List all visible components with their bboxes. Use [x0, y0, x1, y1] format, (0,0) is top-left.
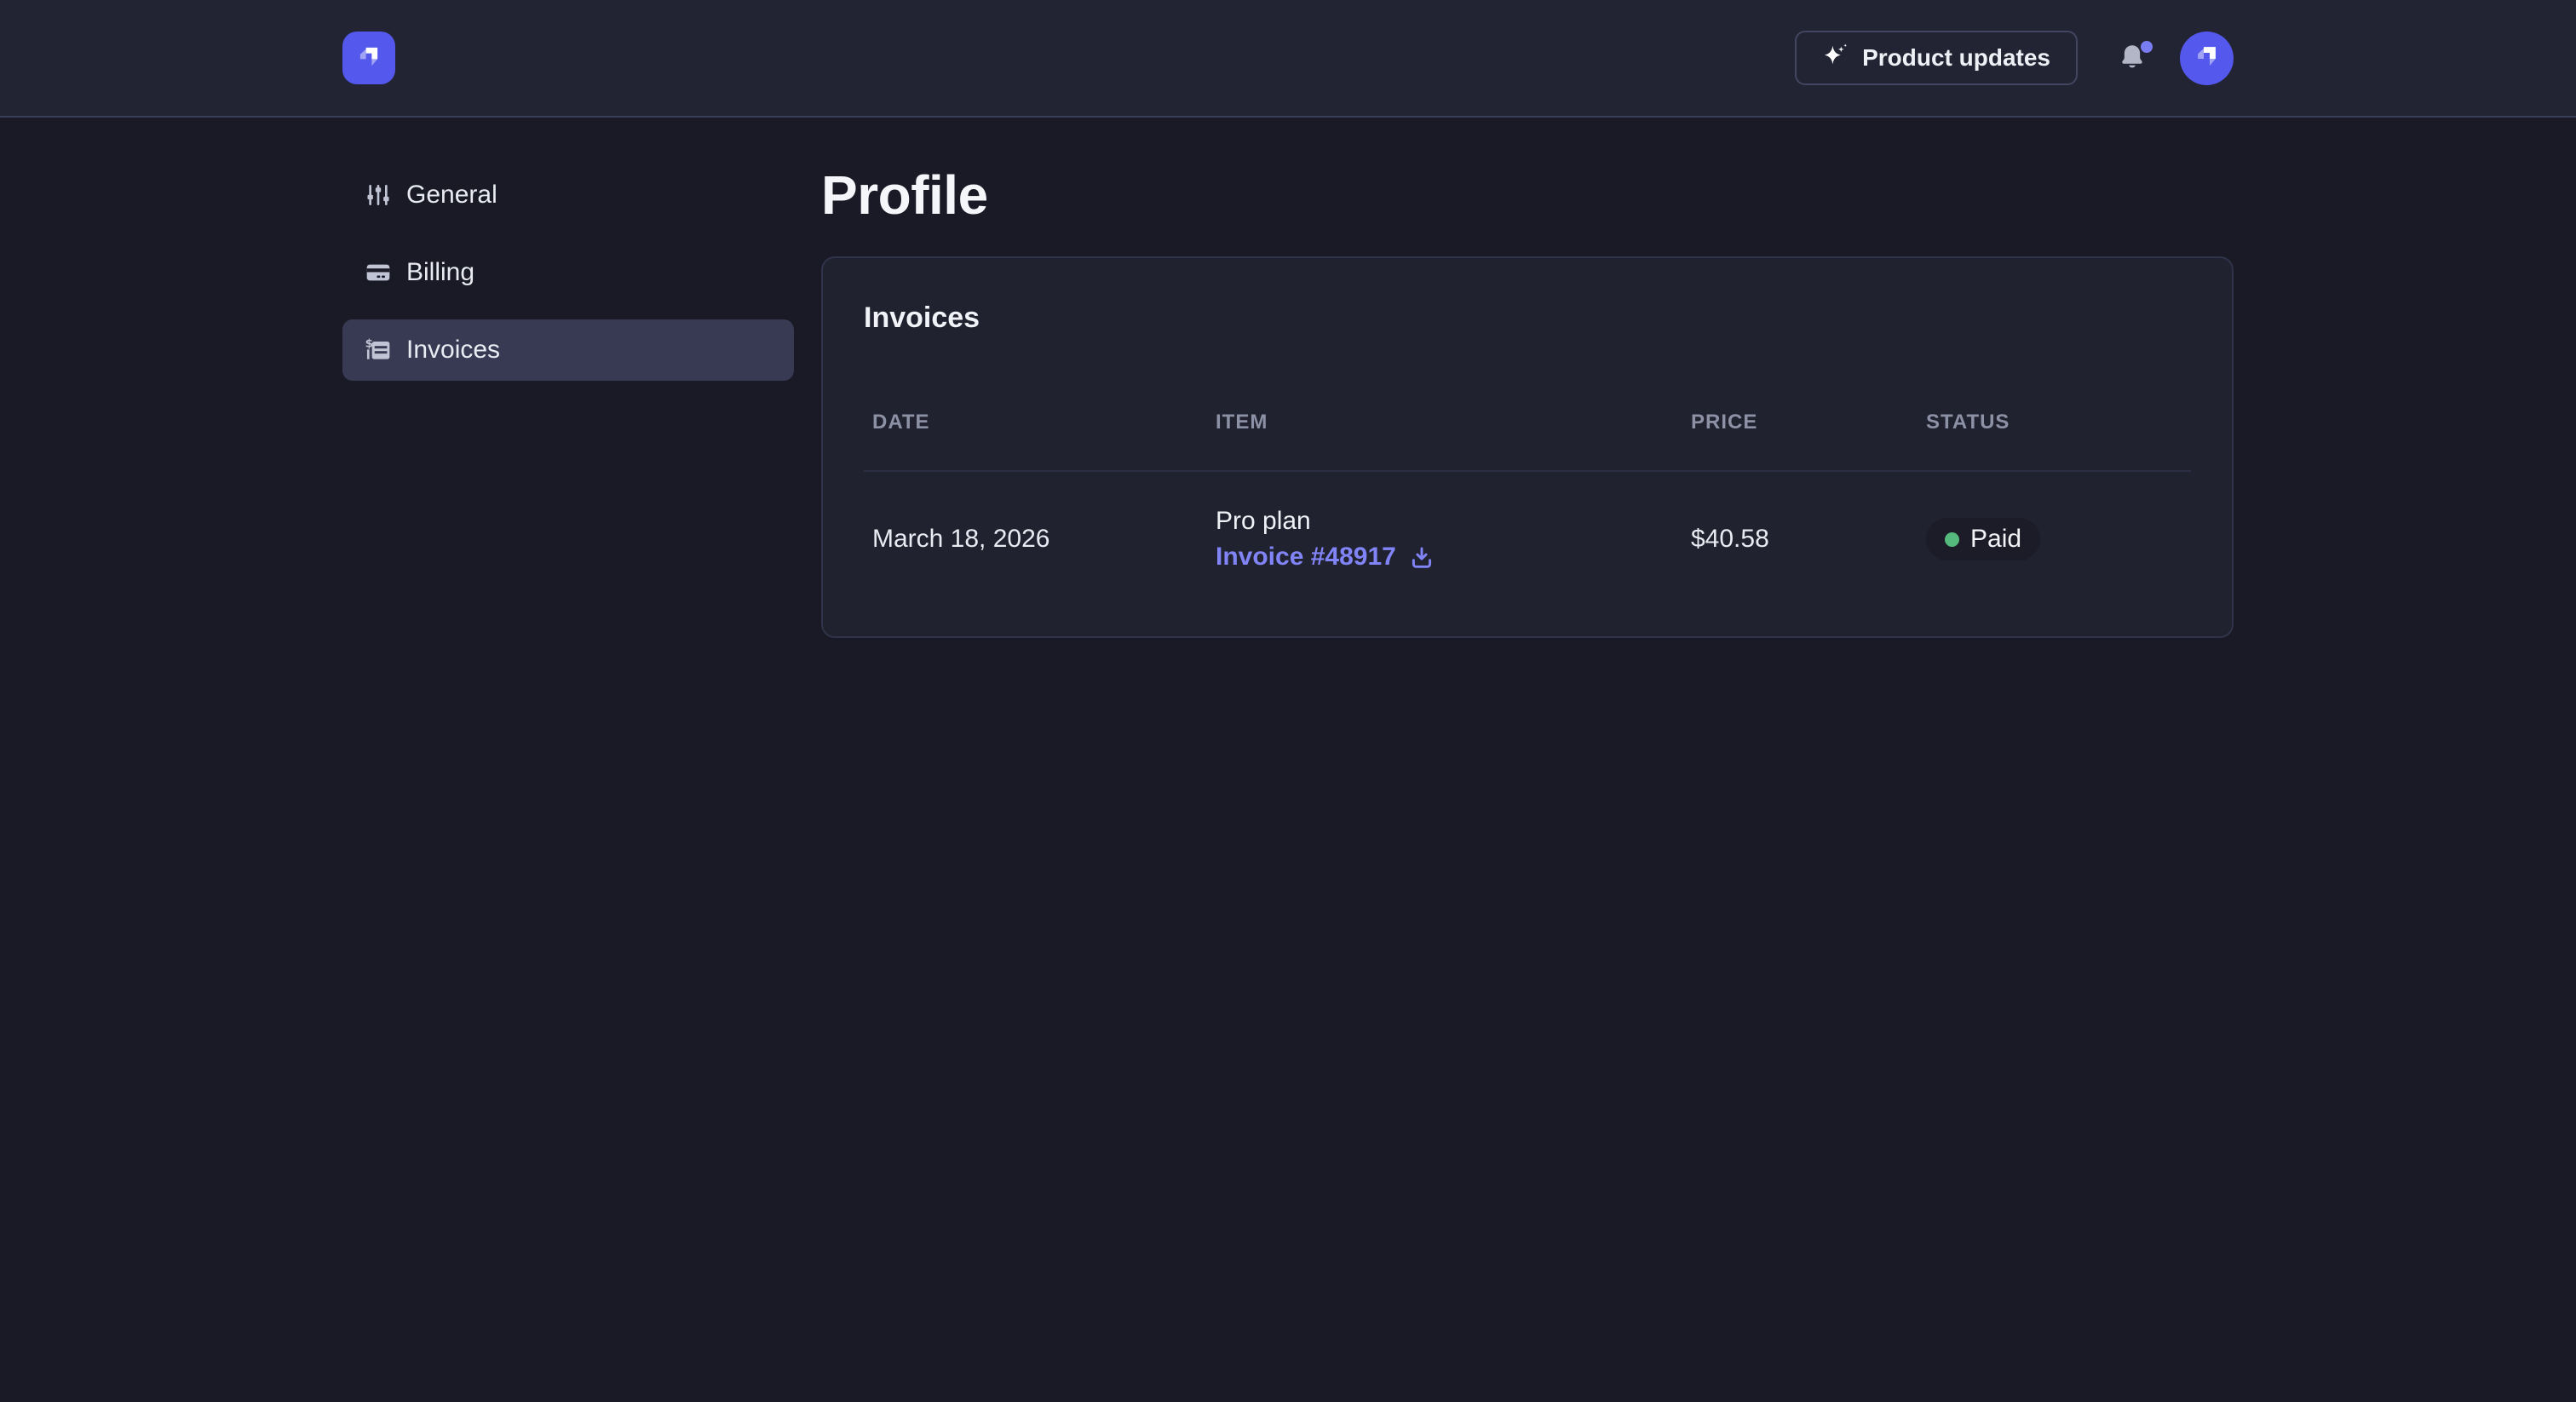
topbar: Product updates — [0, 0, 2576, 118]
column-header-status: STATUS — [1918, 411, 2191, 434]
logo-arrow-icon — [354, 41, 384, 76]
settings-sidebar: General Billing $ — [342, 164, 794, 638]
invoice-number-link[interactable]: Invoice #48917 — [1216, 540, 1396, 574]
app-logo[interactable] — [342, 32, 395, 84]
sidebar-item-billing[interactable]: Billing — [342, 242, 794, 303]
product-updates-button[interactable]: Product updates — [1795, 31, 2078, 85]
invoice-price: $40.58 — [1682, 525, 1918, 554]
main-panel: Profile Invoices DATE ITEM PRICE STATUS … — [821, 164, 2234, 638]
svg-text:$: $ — [365, 338, 373, 351]
sidebar-item-invoices[interactable]: $ Invoices — [342, 319, 794, 381]
invoice-icon: $ — [365, 336, 392, 364]
download-icon[interactable] — [1408, 543, 1435, 571]
sidebar-item-general[interactable]: General — [342, 164, 794, 226]
notification-dot — [2141, 41, 2153, 53]
table-header-row: DATE ITEM PRICE STATUS — [864, 411, 2191, 472]
invoice-status-cell: Paid — [1918, 518, 2191, 560]
product-updates-label: Product updates — [1862, 44, 2050, 72]
invoices-card: Invoices DATE ITEM PRICE STATUS March 18… — [821, 256, 2234, 638]
status-badge: Paid — [1926, 518, 2040, 560]
sidebar-item-label: General — [406, 181, 497, 210]
sparkles-icon — [1822, 42, 1849, 75]
sliders-icon — [365, 181, 392, 209]
avatar-logo-icon — [2191, 40, 2222, 76]
card-title: Invoices — [864, 301, 2191, 335]
user-avatar[interactable] — [2180, 32, 2234, 85]
column-header-date: DATE — [864, 411, 1207, 434]
status-label: Paid — [1970, 525, 2021, 554]
invoice-item-cell: Pro plan Invoice #48917 — [1207, 504, 1682, 574]
column-header-price: PRICE — [1682, 411, 1918, 434]
paid-status-dot — [1945, 532, 1959, 547]
sidebar-item-label: Billing — [406, 258, 474, 287]
page-title: Profile — [821, 164, 2234, 226]
table-row: March 18, 2026 Pro plan Invoice #48917 — [864, 472, 2191, 574]
invoice-plan-name: Pro plan — [1216, 504, 1682, 538]
credit-card-icon — [365, 259, 392, 286]
notifications-button[interactable] — [2115, 39, 2149, 77]
column-header-item: ITEM — [1207, 411, 1682, 434]
sidebar-item-label: Invoices — [406, 336, 500, 365]
invoice-date: March 18, 2026 — [864, 525, 1207, 554]
